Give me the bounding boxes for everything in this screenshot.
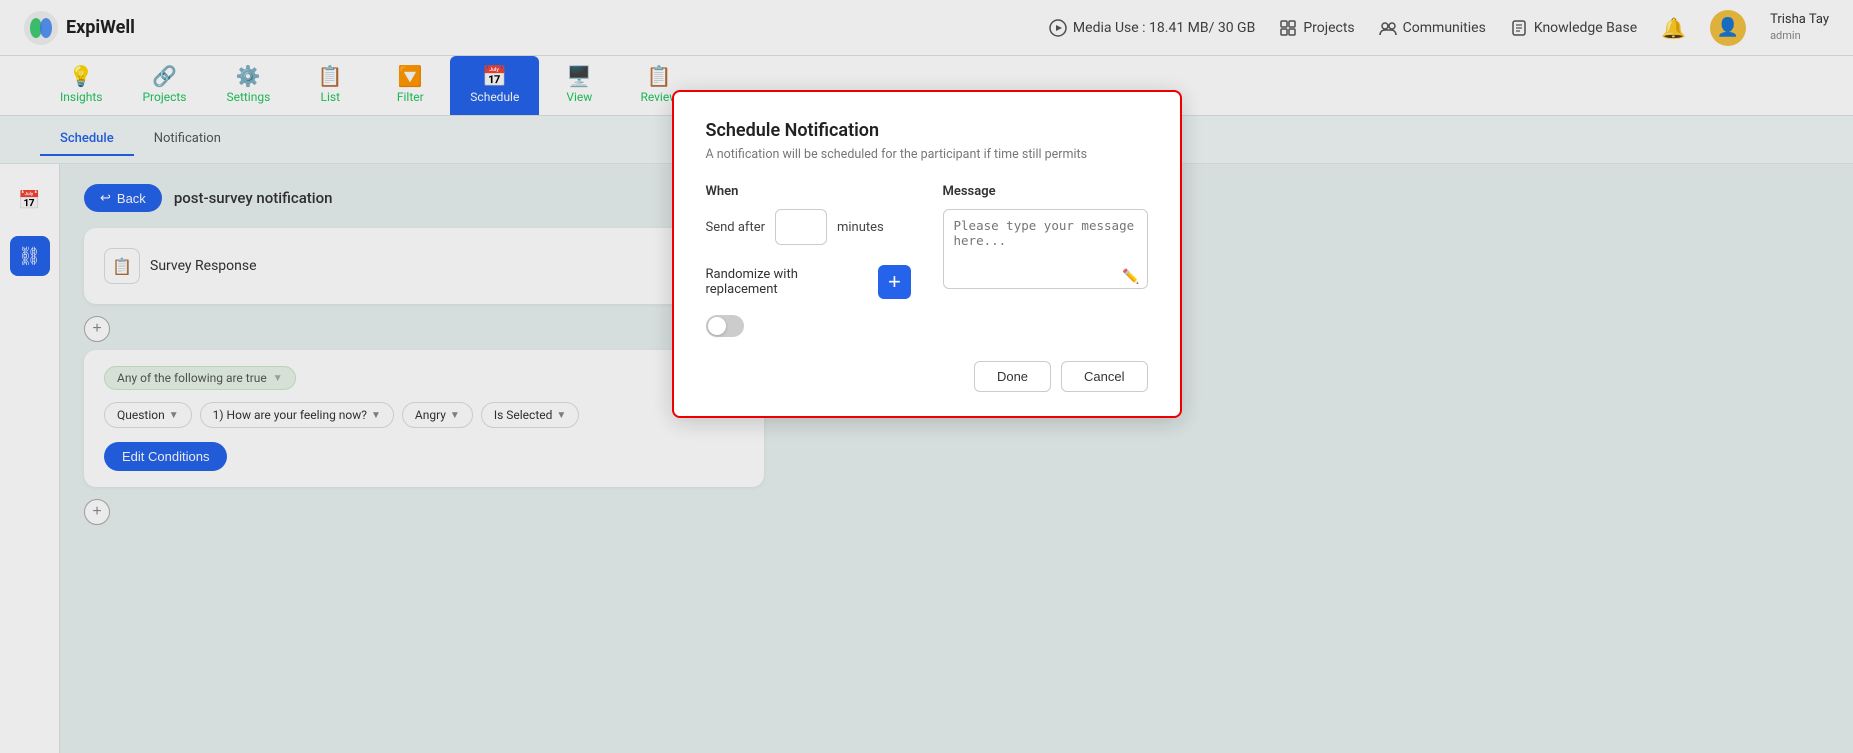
page-body: ↩ Back post-survey notification 📋 Survey… [60,164,1853,753]
message-textarea[interactable] [943,209,1148,289]
modal-right: Message ✏️ [943,184,1148,337]
randomize-add-button[interactable]: + [878,265,910,299]
modal-left: When Send after minutes Randomize with r… [706,184,911,337]
send-after-label: Send after [706,220,766,235]
modal-body: When Send after minutes Randomize with r… [706,184,1148,337]
main-content: 📅 ⛓ ↩ Back post-survey notification 📋 Su… [0,164,1853,753]
minutes-input[interactable] [775,209,827,245]
message-container: ✏️ [943,209,1148,293]
cancel-button[interactable]: Cancel [1061,361,1147,392]
randomize-row: Randomize with replacement + [706,265,911,299]
toggle-knob [708,317,726,335]
minutes-label: minutes [837,220,884,235]
when-section-title: When [706,184,911,199]
send-after-row: Send after minutes [706,209,911,245]
modal-overlay: Schedule Notification A notification wil… [60,164,1853,753]
modal-footer: Done Cancel [706,361,1148,392]
done-button[interactable]: Done [974,361,1051,392]
randomize-toggle[interactable] [706,315,744,337]
schedule-notification-modal: Schedule Notification A notification wil… [672,164,1182,418]
randomize-label: Randomize with replacement [706,267,865,297]
edit-icon: ✏️ [1122,269,1139,285]
message-section-title: Message [943,184,1148,199]
